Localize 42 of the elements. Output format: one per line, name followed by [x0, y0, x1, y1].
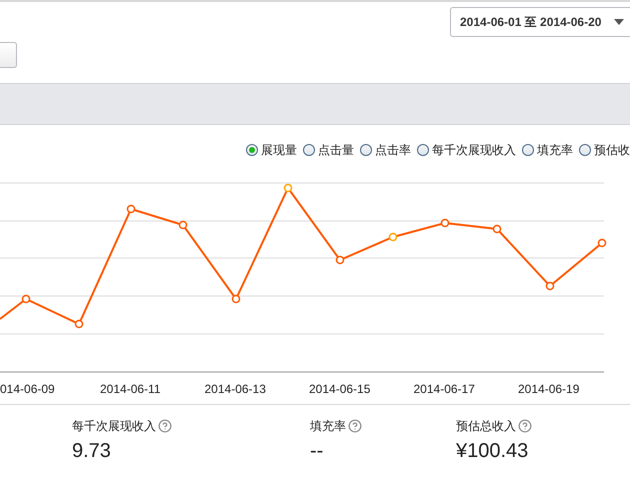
- axis-label: 2014-06-13: [204, 382, 266, 396]
- data-point[interactable]: [232, 294, 240, 304]
- stat-value: 9.73: [72, 439, 112, 464]
- data-point[interactable]: [388, 232, 398, 242]
- series-radio[interactable]: 展现量: [246, 142, 297, 158]
- series-radio[interactable]: 点击量: [303, 142, 354, 158]
- data-point[interactable]: [178, 220, 188, 230]
- date-range-dropdown[interactable]: 2014-06-01 至 2014-06-20: [450, 7, 630, 37]
- stat-label: 预估总收入: [456, 418, 516, 435]
- stat-label: 每千次展现收入: [72, 418, 156, 435]
- data-point[interactable]: [284, 184, 292, 192]
- data-point[interactable]: [22, 294, 30, 304]
- button-edge[interactable]: [0, 42, 17, 68]
- axis-label: 014-06-09: [0, 382, 55, 396]
- radio-icon: [246, 144, 258, 156]
- caret-icon: [614, 19, 624, 25]
- axis-label: 2014-06-19: [518, 382, 580, 396]
- stat-value: --: [310, 439, 324, 464]
- data-point[interactable]: [598, 238, 606, 248]
- data-point[interactable]: [126, 204, 136, 214]
- radio-icon: [417, 144, 429, 156]
- series-radio[interactable]: 每千次展现收入: [417, 142, 516, 158]
- data-point[interactable]: [546, 282, 554, 290]
- radio-icon: [579, 144, 591, 156]
- series-radio[interactable]: 预估收: [579, 142, 630, 158]
- help-icon[interactable]: [158, 419, 172, 433]
- data-point[interactable]: [74, 320, 84, 328]
- radio-icon: [303, 144, 315, 156]
- axis-label: 2014-06-15: [309, 382, 370, 396]
- data-point[interactable]: [440, 218, 450, 228]
- data-point[interactable]: [336, 256, 344, 264]
- axis-label: 2014-06-17: [414, 382, 475, 396]
- radio-icon: [522, 144, 534, 156]
- axis-label: 2014-06-11: [100, 382, 160, 396]
- help-icon[interactable]: [518, 419, 532, 433]
- data-point[interactable]: [492, 224, 502, 234]
- series-radio[interactable]: 点击率: [360, 142, 411, 158]
- stat-label: 填充率: [310, 418, 346, 435]
- help-icon[interactable]: [348, 419, 362, 433]
- stat-value: ¥100.43: [456, 439, 530, 464]
- series-radio[interactable]: 填充率: [522, 142, 573, 158]
- radio-icon: [360, 144, 372, 156]
